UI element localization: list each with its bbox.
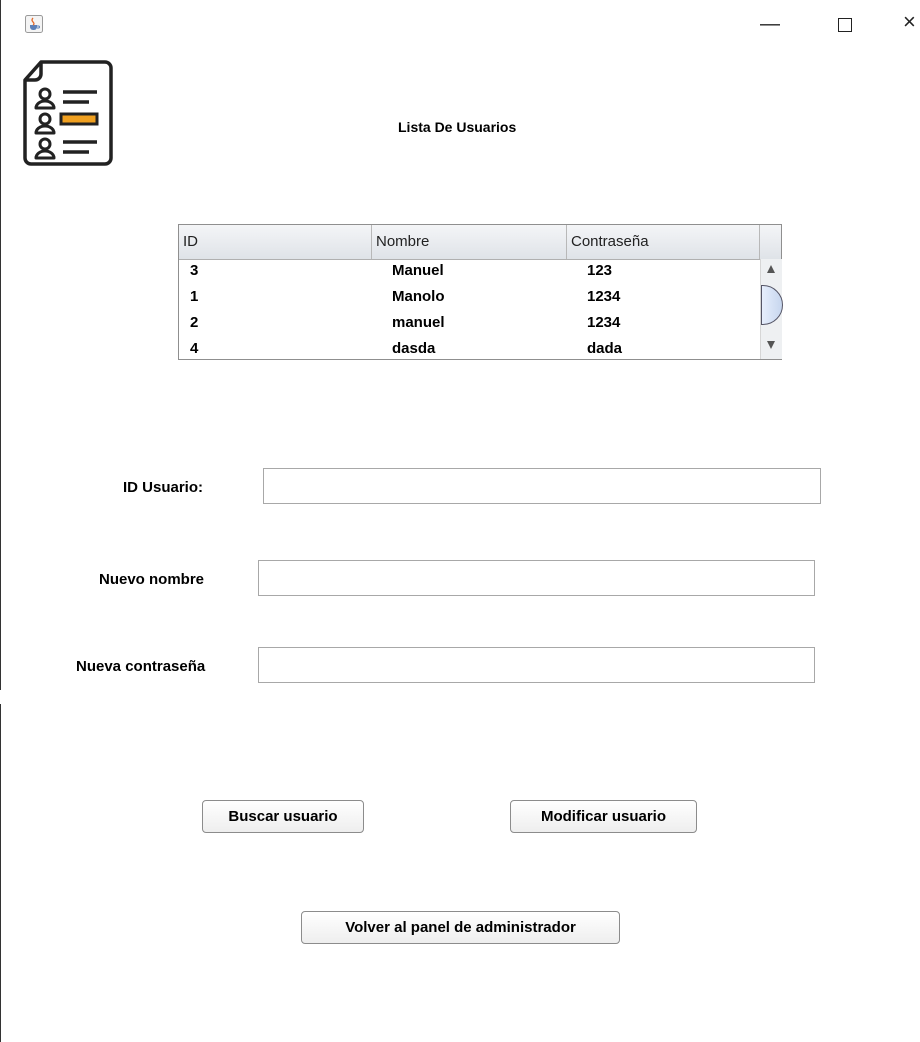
cell-id: 2 (190, 314, 199, 331)
cell-nombre: dasda (392, 340, 436, 357)
cell-id: 4 (190, 340, 199, 357)
id-usuario-label: ID Usuario: (123, 479, 204, 496)
cell-id: 1 (190, 288, 199, 305)
modificar-usuario-button[interactable]: Modificar usuario (510, 800, 697, 833)
volver-panel-button[interactable]: Volver al panel de administrador (301, 911, 620, 944)
cell-contrasena: dada (587, 340, 623, 357)
cell-contrasena: 1234 (587, 314, 621, 331)
cell-nombre: manuel (392, 314, 445, 331)
column-header-corner (760, 225, 781, 259)
java-cup-icon (25, 15, 43, 33)
scroll-up-icon[interactable] (767, 265, 775, 273)
cell-nombre: Manolo (392, 288, 445, 305)
table-row[interactable]: 1 Manolo 1234 (179, 288, 760, 314)
table-header: ID Nombre Contraseña (179, 225, 781, 260)
cell-contrasena: 1234 (587, 288, 621, 305)
page-title: Lista De Usuarios (398, 119, 517, 135)
column-header-contrasena[interactable]: Contraseña (567, 225, 760, 259)
scroll-down-icon[interactable] (767, 341, 775, 349)
table-row[interactable]: 2 manuel 1234 (179, 314, 760, 340)
table-scrollbar[interactable] (760, 259, 783, 359)
minimize-button[interactable]: — (760, 14, 780, 34)
scrollbar-thumb[interactable] (761, 285, 783, 325)
nuevo-nombre-label: Nuevo nombre (99, 571, 205, 588)
cell-contrasena: 123 (587, 262, 613, 279)
user-list-icon (23, 60, 113, 166)
nuevo-nombre-input[interactable] (258, 560, 815, 596)
nueva-contrasena-label: Nueva contraseña (76, 658, 206, 675)
nueva-contrasena-input[interactable] (258, 647, 815, 683)
id-usuario-input[interactable] (263, 468, 821, 504)
column-header-nombre[interactable]: Nombre (372, 225, 567, 259)
table-row[interactable]: 3 Manuel 123 (179, 262, 760, 288)
window-left-border-gap (0, 690, 1, 704)
column-header-id[interactable]: ID (179, 225, 372, 259)
table-row[interactable]: 4 dasda dada (179, 340, 760, 366)
buscar-usuario-button[interactable]: Buscar usuario (202, 800, 364, 833)
maximize-button[interactable] (838, 18, 852, 32)
window-left-border (0, 0, 1, 1042)
cell-nombre: Manuel (392, 262, 444, 279)
cell-id: 3 (190, 262, 199, 279)
close-button[interactable]: × (903, 11, 916, 33)
users-table[interactable]: ID Nombre Contraseña 3 Manuel 123 1 Mano… (178, 224, 783, 360)
